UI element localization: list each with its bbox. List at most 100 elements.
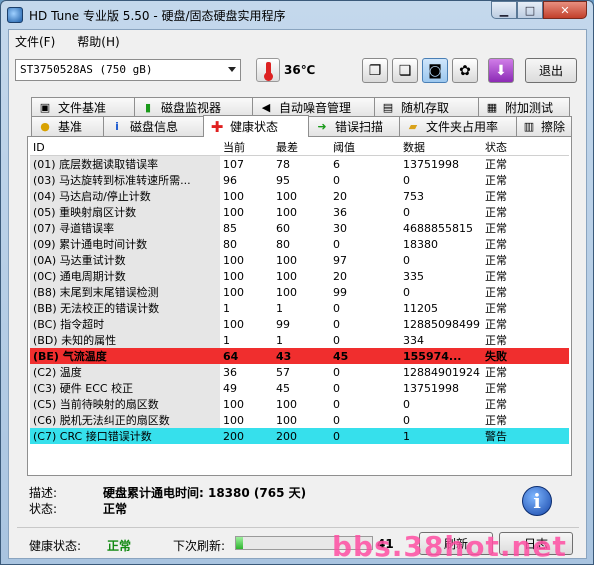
cell-id: (BD) 未知的属性 xyxy=(30,332,220,348)
speaker-icon: ◀ xyxy=(261,101,271,114)
tab-label: 随机存取 xyxy=(401,101,450,115)
file-benchmark-icon: ▣ xyxy=(39,101,51,114)
cell-threshold: 0 xyxy=(333,381,340,395)
menu-bar: 文件(F) 帮助(H) xyxy=(9,30,586,52)
watermark-text: bbs.38hot.net xyxy=(332,530,567,563)
cell-threshold: 20 xyxy=(333,189,347,203)
cell-id: (03) 马达旋转到标准转速所需... xyxy=(30,172,220,188)
tab-health[interactable]: ✚ 健康状态 xyxy=(203,115,309,137)
tab-label: 文件基准 xyxy=(58,101,107,115)
table-row[interactable]: (BE) 气流温度 64 43 45 155974... 失败 xyxy=(30,348,569,364)
cell-threshold: 36 xyxy=(333,205,347,219)
drive-select[interactable]: ST3750528AS (750 gB) xyxy=(15,59,241,81)
cell-status: 正常 xyxy=(485,158,507,171)
col-threshold[interactable]: 阈值 xyxy=(330,139,400,155)
cell-threshold: 0 xyxy=(333,397,340,411)
cell-worst: 200 xyxy=(276,429,297,443)
extra-tests-icon: ▦ xyxy=(486,101,498,114)
copy-icon[interactable]: ❐ xyxy=(362,58,388,83)
cell-data: 0 xyxy=(403,285,410,299)
cell-current: 100 xyxy=(223,285,244,299)
col-id[interactable]: ID xyxy=(30,141,220,154)
cell-id: (C2) 温度 xyxy=(30,364,220,380)
table-row[interactable]: (03) 马达旋转到标准转速所需... 96 95 0 0 正常 xyxy=(30,172,569,188)
col-data[interactable]: 数据 xyxy=(400,139,482,155)
tab-disk-monitor[interactable]: ▮ 磁盘监视器 xyxy=(134,97,253,117)
cell-data: 0 xyxy=(403,253,410,267)
table-row[interactable]: (09) 累计通电时间计数 80 80 0 18380 正常 xyxy=(30,236,569,252)
col-worst[interactable]: 最差 xyxy=(273,139,330,155)
close-button[interactable]: ✕ xyxy=(543,1,587,19)
tab-extra-tests[interactable]: ▦ 附加测试 xyxy=(478,97,570,117)
cell-data: 4688855815 xyxy=(403,221,473,235)
info-button-icon[interactable]: i xyxy=(522,486,552,516)
table-row[interactable]: (BB) 无法校正的错误计数 1 1 0 11205 正常 xyxy=(30,300,569,316)
cell-data: 334 xyxy=(403,333,424,347)
table-row[interactable]: (C2) 温度 36 57 0 12884901924 正常 xyxy=(30,364,569,380)
cell-data: 0 xyxy=(403,205,410,219)
table-row[interactable]: (07) 寻道错误率 85 60 30 4688855815 正常 xyxy=(30,220,569,236)
options-icon[interactable]: ✿ xyxy=(452,58,478,83)
col-status[interactable]: 状态 xyxy=(482,139,569,155)
tab-label: 错误扫描 xyxy=(335,120,384,134)
tab-erase[interactable]: ▥ 擦除 xyxy=(516,116,572,136)
col-current[interactable]: 当前 xyxy=(220,139,273,155)
table-row[interactable]: (04) 马达启动/停止计数 100 100 20 753 正常 xyxy=(30,188,569,204)
camera-icon[interactable]: ◙ xyxy=(422,58,448,83)
cell-threshold: 0 xyxy=(333,333,340,347)
description-value: 硬盘累计通电时间: 18380 (765 天) xyxy=(103,486,307,500)
cell-id: (05) 重映射扇区计数 xyxy=(30,204,220,220)
error-scan-icon: ➜ xyxy=(317,120,327,133)
cell-worst: 78 xyxy=(276,157,290,171)
tab-error-scan[interactable]: ➜ 错误扫描 xyxy=(308,116,400,136)
cell-threshold: 20 xyxy=(333,269,347,283)
tab-folder-usage[interactable]: ▰ 文件夹占用率 xyxy=(399,116,517,136)
copy-all-icon[interactable]: ❏ xyxy=(392,58,418,83)
table-row[interactable]: (BD) 未知的属性 1 1 0 334 正常 xyxy=(30,332,569,348)
tab-file-benchmark[interactable]: ▣ 文件基准 xyxy=(31,97,135,117)
cell-data: 13751998 xyxy=(403,157,459,171)
cell-current: 107 xyxy=(223,157,244,171)
table-row[interactable]: (BC) 指令超时 100 99 0 12885098499 正常 xyxy=(30,316,569,332)
table-row[interactable]: (C7) CRC 接口错误计数 200 200 0 1 警告 xyxy=(30,428,569,444)
drive-select-value: ST3750528AS (750 gB) xyxy=(20,63,153,76)
table-row[interactable]: (C6) 脱机无法纠正的扇区数 100 100 0 0 正常 xyxy=(30,412,569,428)
window-title: HD Tune 专业版 5.50 - 硬盘/固态硬盘实用程序 xyxy=(29,9,286,23)
table-row[interactable]: (0A) 马达重试计数 100 100 97 0 正常 xyxy=(30,252,569,268)
exit-button[interactable]: 退出 xyxy=(525,58,577,83)
table-row[interactable]: (C3) 硬件 ECC 校正 49 45 0 13751998 正常 xyxy=(30,380,569,396)
cell-worst: 100 xyxy=(276,189,297,203)
cell-worst: 95 xyxy=(276,173,290,187)
refresh-progress-fill xyxy=(236,537,243,549)
smart-table: ID 当前 最差 阈值 数据 状态 (01) 底层数据读取错误率 107 78 6 13… xyxy=(30,139,569,444)
maximize-button[interactable]: □ xyxy=(517,1,543,19)
tab-disk-info[interactable]: i 磁盘信息 xyxy=(103,116,204,136)
table-row[interactable]: (B8) 末尾到末尾错误检测 100 100 99 0 正常 xyxy=(30,284,569,300)
menu-help[interactable]: 帮助(H) xyxy=(77,33,119,50)
tab-label: 磁盘监视器 xyxy=(161,101,222,115)
cell-current: 64 xyxy=(223,349,239,363)
menu-file[interactable]: 文件(F) xyxy=(15,33,55,50)
app-logo-icon xyxy=(7,7,23,23)
tab-random-access[interactable]: ▤ 随机存取 xyxy=(374,97,479,117)
tab-noise-management[interactable]: ◀ 自动噪音管理 xyxy=(252,97,375,117)
thermometer-icon xyxy=(256,58,280,82)
cell-id: (C7) CRC 接口错误计数 xyxy=(30,428,220,444)
table-row[interactable]: (0C) 通电周期计数 100 100 20 335 正常 xyxy=(30,268,569,284)
table-row[interactable]: (01) 底层数据读取错误率 107 78 6 13751998 正常 xyxy=(30,156,569,172)
cell-threshold: 0 xyxy=(333,237,340,251)
title-bar: HD Tune 专业版 5.50 - 硬盘/固态硬盘实用程序 ▁ □ ✕ xyxy=(1,1,593,29)
tab-label: 附加测试 xyxy=(505,101,554,115)
next-refresh-label: 下次刷新: xyxy=(173,539,226,553)
minimize-button[interactable]: ▁ xyxy=(491,1,517,19)
table-row[interactable]: (05) 重映射扇区计数 100 100 36 0 正常 xyxy=(30,204,569,220)
health-cross-icon: ✚ xyxy=(210,117,224,136)
cell-threshold: 0 xyxy=(333,365,340,379)
tab-benchmark[interactable]: ● 基准 xyxy=(31,116,104,136)
table-header: ID 当前 最差 阈值 数据 状态 xyxy=(30,139,569,156)
cell-status: 正常 xyxy=(485,302,507,315)
table-row[interactable]: (C5) 当前待映射的扇区数 100 100 0 0 正常 xyxy=(30,396,569,412)
cell-status: 正常 xyxy=(485,318,507,331)
save-down-arrow-icon[interactable]: ⬇ xyxy=(488,58,514,83)
window-controls: ▁ □ ✕ xyxy=(491,1,587,21)
